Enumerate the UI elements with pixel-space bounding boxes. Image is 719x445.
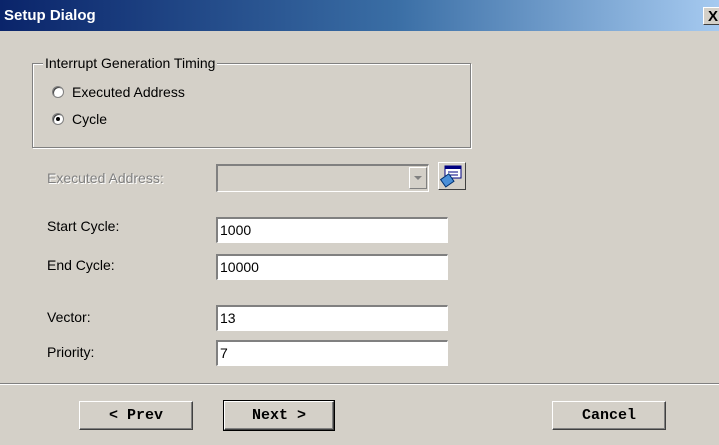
vector-field[interactable] [216, 305, 448, 331]
close-button[interactable]: X [703, 7, 719, 25]
timing-group-legend: Interrupt Generation Timing [43, 55, 218, 71]
chevron-down-icon[interactable] [409, 167, 427, 189]
window-title: Setup Dialog [4, 7, 96, 24]
radio-executed-address[interactable]: Executed Address [52, 84, 185, 100]
browse-icon [440, 165, 462, 188]
vector-input[interactable] [218, 307, 440, 329]
executed-address-label: Executed Address: [47, 170, 164, 186]
end-cycle-label: End Cycle: [47, 257, 115, 273]
footer-separator [0, 383, 719, 385]
radio-cycle-indicator[interactable] [52, 113, 64, 125]
start-cycle-field[interactable] [216, 217, 448, 243]
priority-field[interactable] [216, 340, 448, 366]
priority-input[interactable] [218, 342, 440, 364]
radio-executed-address-indicator[interactable] [52, 86, 64, 98]
end-cycle-field[interactable] [216, 254, 448, 280]
browse-button[interactable] [438, 162, 466, 190]
vector-label: Vector: [47, 309, 91, 325]
radio-executed-address-label: Executed Address [72, 84, 185, 100]
start-cycle-input[interactable] [218, 219, 440, 241]
radio-cycle-label: Cycle [72, 111, 108, 127]
prev-button[interactable]: < Prev [79, 401, 193, 430]
priority-label: Priority: [47, 344, 95, 360]
start-cycle-label: Start Cycle: [47, 218, 120, 234]
executed-address-combo[interactable] [216, 164, 429, 192]
next-button[interactable]: Next > [223, 400, 335, 431]
close-icon: X [708, 8, 719, 25]
timing-groupbox [32, 63, 471, 148]
radio-cycle[interactable]: Cycle [52, 111, 107, 127]
cancel-button[interactable]: Cancel [552, 401, 666, 430]
title-bar: Setup Dialog X [0, 0, 719, 31]
end-cycle-input[interactable] [218, 256, 440, 278]
